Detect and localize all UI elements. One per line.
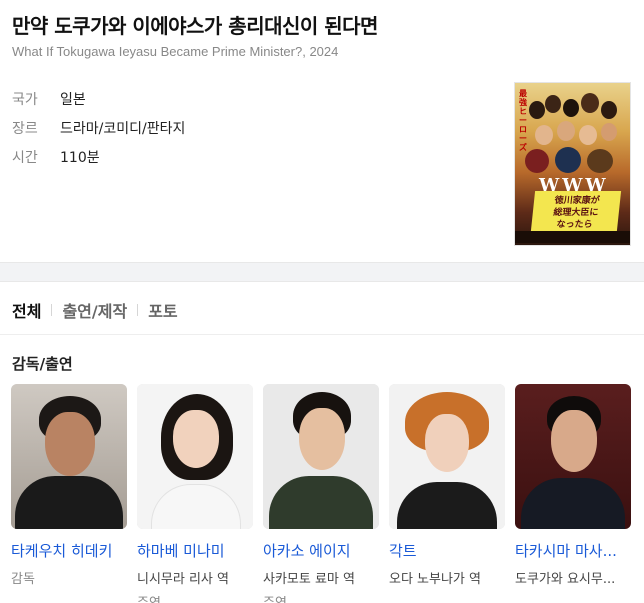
cast-photo[interactable] xyxy=(263,384,379,529)
tab-separator xyxy=(51,304,53,316)
cast-role: 니시무라 리사 역 xyxy=(137,572,229,587)
cast-name[interactable]: 타카시마 마사... xyxy=(515,540,631,561)
cast-name[interactable]: 하마베 미나미 xyxy=(137,540,253,561)
info-row-country: 국가 일본 xyxy=(12,84,185,113)
info-label: 시간 xyxy=(12,149,38,166)
cast-name[interactable]: 각트 xyxy=(389,540,505,561)
movie-info: 국가 일본 장르 드라마/코미디/판타지 시간 110분 xyxy=(12,84,185,171)
tab-separator xyxy=(137,304,139,316)
cast-card[interactable]: 타카시마 마사... 도쿠가와 요시무... xyxy=(515,384,631,603)
cast-role-type: 주연 xyxy=(263,592,379,603)
cast-role: 도쿠가와 요시무... xyxy=(515,572,616,587)
info-row-runtime: 시간 110분 xyxy=(12,142,185,171)
info-value: 일본 xyxy=(60,91,86,108)
cast-card[interactable]: 각트 오다 노부나가 역 xyxy=(389,384,505,603)
cast-role: 사카모토 료마 역 xyxy=(263,572,355,587)
info-row-genre: 장르 드라마/코미디/판타지 xyxy=(12,113,185,142)
cast-photo[interactable] xyxy=(389,384,505,529)
tab-cast-crew[interactable]: 출연/제작 xyxy=(62,298,127,322)
section-divider xyxy=(0,262,644,282)
cast-photo[interactable] xyxy=(11,384,127,529)
cast-photo[interactable] xyxy=(515,384,631,529)
cast-card[interactable]: 하마베 미나미 니시무라 리사 역 주연 xyxy=(137,384,253,603)
cast-photo[interactable] xyxy=(137,384,253,529)
tab-bar-border xyxy=(0,334,644,335)
info-value: 110분 xyxy=(60,149,100,166)
cast-role-type: 주연 xyxy=(137,592,253,603)
info-value: 드라마/코미디/판타지 xyxy=(60,120,186,137)
cast-card[interactable]: 아카소 에이지 사카모토 료마 역 주연 xyxy=(263,384,379,603)
movie-original-title: What If Tokugawa Ieyasu Became Prime Min… xyxy=(12,44,339,59)
movie-title: 만약 도쿠가와 이에야스가 총리대신이 된다면 xyxy=(12,14,378,38)
cast-role: 오다 노부나가 역 xyxy=(389,572,481,587)
tab-photo[interactable]: 포토 xyxy=(148,298,177,322)
cast-role: 감독 xyxy=(11,572,35,587)
cast-name[interactable]: 아카소 에이지 xyxy=(263,540,379,561)
movie-header: 만약 도쿠가와 이에야스가 총리대신이 된다면 What If Tokugawa… xyxy=(0,0,644,262)
info-label: 장르 xyxy=(12,120,38,137)
cast-name[interactable]: 타케우치 히데키 xyxy=(11,540,127,561)
tab-all[interactable]: 전체 xyxy=(12,298,41,322)
movie-poster[interactable]: 最強ヒーローズ WWW 徳川家康が総理大臣になったら 7.26 xyxy=(514,82,631,246)
section-title-cast: 감독/출연 xyxy=(12,355,73,373)
cast-card[interactable]: 타케우치 히데키 감독 xyxy=(11,384,127,603)
info-label: 국가 xyxy=(12,91,38,108)
cast-list: 타케우치 히데키 감독 하마베 미나미 니시무라 리사 역 주연 아카소 에이지… xyxy=(11,384,631,603)
tab-bar: 전체 출연/제작 포토 xyxy=(12,298,178,322)
